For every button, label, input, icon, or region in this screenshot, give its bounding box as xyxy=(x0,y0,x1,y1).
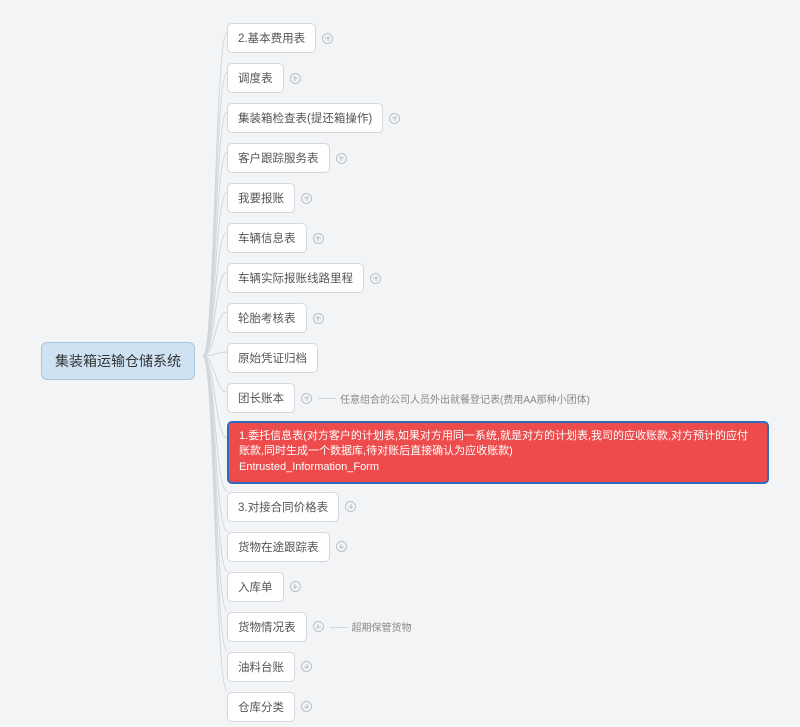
expand-icon[interactable] xyxy=(370,273,381,284)
expand-icon[interactable] xyxy=(290,581,301,592)
tree-row: 1.委托信息表(对方客户的计划表,如果对方用同一系统,就是对方的计划表,我司的应… xyxy=(227,421,787,484)
tree-row: 3.对接合同价格表 xyxy=(227,487,787,527)
node-label: 我要报账 xyxy=(238,193,284,205)
tree-row: 货物在途跟踪表 xyxy=(227,527,787,567)
tree-node[interactable]: 原始凭证归档 xyxy=(227,343,318,373)
node-label: 客户跟踪服务表 xyxy=(238,153,319,165)
tree-node[interactable]: 集装箱检查表(提还箱操作) xyxy=(227,103,383,133)
tree-node[interactable]: 调度表 xyxy=(227,63,284,93)
tree-row: 2.基本费用表 xyxy=(227,18,787,58)
node-label: 油料台账 xyxy=(238,662,284,674)
highlighted-node[interactable]: 1.委托信息表(对方客户的计划表,如果对方用同一系统,就是对方的计划表,我司的应… xyxy=(227,421,769,484)
tree-node[interactable]: 仓库分类 xyxy=(227,692,295,722)
children-container: 2.基本费用表调度表集装箱检查表(提还箱操作) 客户跟踪服务表我要报账车辆信息表车… xyxy=(227,18,787,727)
node-label: 集装箱检查表(提还箱操作) xyxy=(238,113,372,125)
expand-icon[interactable] xyxy=(322,33,333,44)
tree-row: 油料台账 xyxy=(227,647,787,687)
expand-icon[interactable] xyxy=(301,701,312,712)
tree-node[interactable]: 车辆实际报账线路里程 xyxy=(227,263,364,293)
tree-row: 车辆信息表 xyxy=(227,218,787,258)
tree-node[interactable]: 货物在途跟踪表 xyxy=(227,532,330,562)
node-label: 车辆信息表 xyxy=(238,233,296,245)
node-label: 入库单 xyxy=(238,582,273,594)
expand-icon[interactable] xyxy=(389,113,400,124)
expand-icon[interactable] xyxy=(301,661,312,672)
node-label: 团长账本 xyxy=(238,393,284,405)
expand-icon[interactable] xyxy=(336,153,347,164)
tree-node[interactable]: 客户跟踪服务表 xyxy=(227,143,330,173)
expand-icon[interactable] xyxy=(301,193,312,204)
node-label: 原始凭证归档 xyxy=(238,353,307,365)
node-label: 货物在途跟踪表 xyxy=(238,542,319,554)
node-sub-label: Entrusted_Information_Form xyxy=(239,460,757,475)
tree-node[interactable]: 货物情况表 xyxy=(227,612,307,642)
tree-row: 原始凭证归档 xyxy=(227,338,787,378)
root-label: 集装箱运输仓储系统 xyxy=(55,353,181,369)
expand-icon[interactable] xyxy=(313,233,324,244)
tree-node[interactable]: 入库单 xyxy=(227,572,284,602)
expand-icon[interactable] xyxy=(290,73,301,84)
tree-row: 轮胎考核表 xyxy=(227,298,787,338)
tree-node[interactable]: 轮胎考核表 xyxy=(227,303,307,333)
root-node[interactable]: 集装箱运输仓储系统 xyxy=(41,342,195,380)
tree-row: 客户跟踪服务表 xyxy=(227,138,787,178)
tree-row: 调度表 xyxy=(227,58,787,98)
expand-icon[interactable] xyxy=(301,393,312,404)
node-label: 3.对接合同价格表 xyxy=(238,502,328,514)
node-label: 货物情况表 xyxy=(238,622,296,634)
node-label: 2.基本费用表 xyxy=(238,33,305,45)
tree-row: 货物情况表 超期保管货物 xyxy=(227,607,787,647)
tree-node[interactable]: 3.对接合同价格表 xyxy=(227,492,339,522)
tree-row: 我要报账 xyxy=(227,178,787,218)
tree-row: 集装箱检查表(提还箱操作) xyxy=(227,98,787,138)
node-label: 车辆实际报账线路里程 xyxy=(238,273,353,285)
node-label: 1.委托信息表(对方客户的计划表,如果对方用同一系统,就是对方的计划表,我司的应… xyxy=(239,430,748,457)
tree-row: 仓库分类 xyxy=(227,687,787,727)
tree-node[interactable]: 2.基本费用表 xyxy=(227,23,316,53)
tree-node[interactable]: 团长账本 xyxy=(227,383,295,413)
tree-row: 车辆实际报账线路里程 xyxy=(227,258,787,298)
tree-node[interactable]: 车辆信息表 xyxy=(227,223,307,253)
tree-node[interactable]: 油料台账 xyxy=(227,652,295,682)
tree-row: 团长账本 任意组合的公司人员外出就餐登记表(费用AA那种小团体) xyxy=(227,378,787,418)
tree-node[interactable]: 我要报账 xyxy=(227,183,295,213)
expand-icon[interactable] xyxy=(313,313,324,324)
node-label: 仓库分类 xyxy=(238,702,284,714)
expand-icon[interactable] xyxy=(336,541,347,552)
node-label: 轮胎考核表 xyxy=(238,313,296,325)
tree-row: 入库单 xyxy=(227,567,787,607)
expand-icon[interactable] xyxy=(345,501,356,512)
node-label: 调度表 xyxy=(238,73,273,85)
child-text-node[interactable]: 任意组合的公司人员外出就餐登记表(费用AA那种小团体) xyxy=(340,391,590,406)
expand-icon[interactable] xyxy=(313,621,324,632)
child-text-node[interactable]: 超期保管货物 xyxy=(352,619,412,634)
